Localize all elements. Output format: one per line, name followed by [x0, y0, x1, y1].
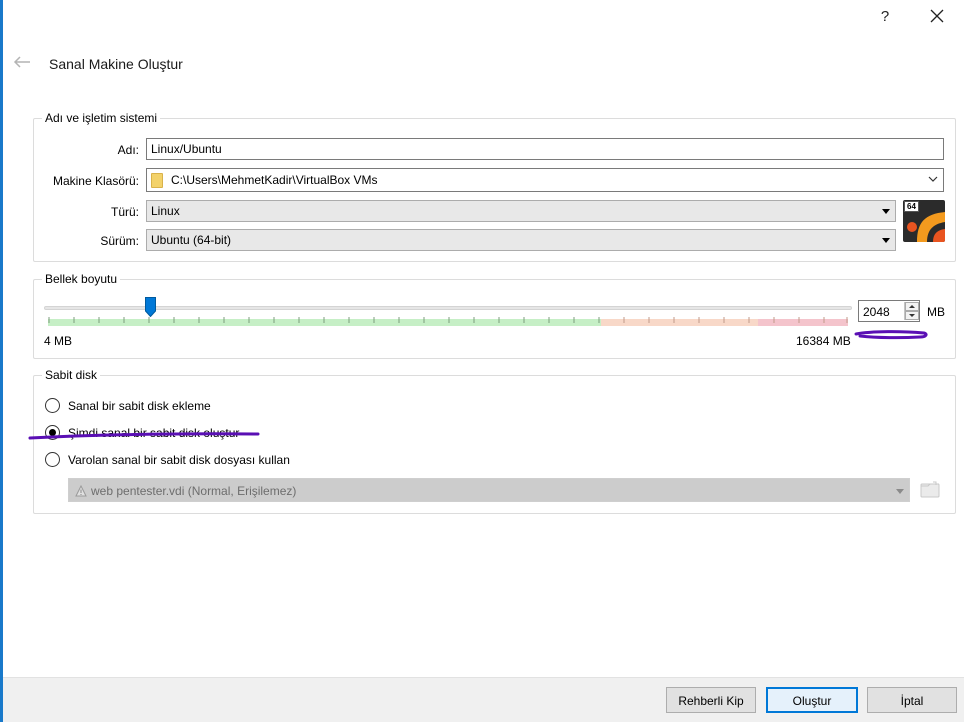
memory-slider-thumb[interactable] — [145, 297, 156, 317]
memory-slider-ticks — [48, 317, 848, 323]
name-os-group-title: Adı ve işletim sistemi — [42, 111, 161, 125]
radio-existing-disk[interactable] — [45, 452, 60, 467]
version-label: Sürüm: — [100, 234, 139, 248]
type-combo[interactable]: Linux — [146, 200, 896, 222]
folder-open-icon — [920, 481, 940, 498]
existing-disk-combo[interactable]: web pentester.vdi (Normal, Erişilemez) — [68, 478, 910, 502]
folder-icon — [151, 173, 163, 189]
radio-create-disk-label[interactable]: Şimdi sanal bir sabit disk oluştur — [68, 426, 239, 440]
memory-unit: MB — [927, 305, 945, 319]
folder-label: Makine Klasörü: — [52, 174, 139, 188]
memory-max-label: 16384 MB — [796, 334, 851, 348]
radio-existing-disk-label[interactable]: Varolan sanal bir sabit disk dosyası kul… — [68, 453, 290, 467]
name-input[interactable]: Linux/Ubuntu — [146, 138, 944, 160]
name-label: Adı: — [117, 143, 139, 157]
folder-value: C:\Users\MehmetKadir\VirtualBox VMs — [171, 173, 378, 187]
close-icon — [930, 9, 944, 23]
radio-no-disk-label[interactable]: Sanal bir sabit disk ekleme — [68, 399, 211, 413]
guided-mode-button[interactable]: Rehberli Kip — [666, 687, 756, 713]
hard-disk-group-title: Sabit disk — [42, 368, 101, 382]
create-button[interactable]: Oluştur — [766, 687, 858, 713]
type-value: Linux — [151, 204, 180, 218]
dropdown-arrow-icon — [896, 489, 904, 494]
memory-spin-buttons[interactable] — [904, 302, 919, 320]
radio-create-disk[interactable] — [45, 425, 60, 440]
choose-disk-file-button[interactable] — [919, 479, 941, 500]
page-title: Sanal Makine Oluştur — [49, 56, 183, 72]
radio-no-disk[interactable] — [45, 398, 60, 413]
back-button[interactable] — [12, 55, 32, 69]
memory-slider-track[interactable] — [44, 306, 852, 310]
help-button[interactable]: ? — [872, 5, 898, 27]
memory-min-label: 4 MB — [44, 334, 73, 348]
os-icon-badge: 64 — [904, 201, 919, 212]
type-label: Türü: — [110, 205, 139, 219]
close-button[interactable] — [924, 4, 950, 28]
dropdown-arrow-icon — [882, 238, 890, 243]
chevron-down-icon — [928, 176, 938, 182]
existing-disk-value: web pentester.vdi (Normal, Erişilemez) — [91, 484, 297, 498]
cancel-button[interactable]: İptal — [867, 687, 957, 713]
version-value: Ubuntu (64-bit) — [151, 233, 232, 247]
ubuntu-64-os-icon: 64 — [903, 200, 945, 242]
memory-value: 2048 — [863, 305, 890, 319]
memory-spinbox[interactable]: 2048 — [858, 300, 920, 322]
folder-combo[interactable]: C:\Users\MehmetKadir\VirtualBox VMs — [146, 168, 944, 192]
disk-warning-icon — [75, 485, 87, 497]
memory-group-title: Bellek boyutu — [42, 272, 121, 286]
arrow-left-icon — [13, 56, 30, 68]
window-left-accent — [0, 0, 3, 722]
spin-up-down-icon — [905, 302, 919, 320]
name-input-value: Linux/Ubuntu — [151, 142, 222, 156]
version-combo[interactable]: Ubuntu (64-bit) — [146, 229, 896, 251]
dropdown-arrow-icon — [882, 209, 890, 214]
